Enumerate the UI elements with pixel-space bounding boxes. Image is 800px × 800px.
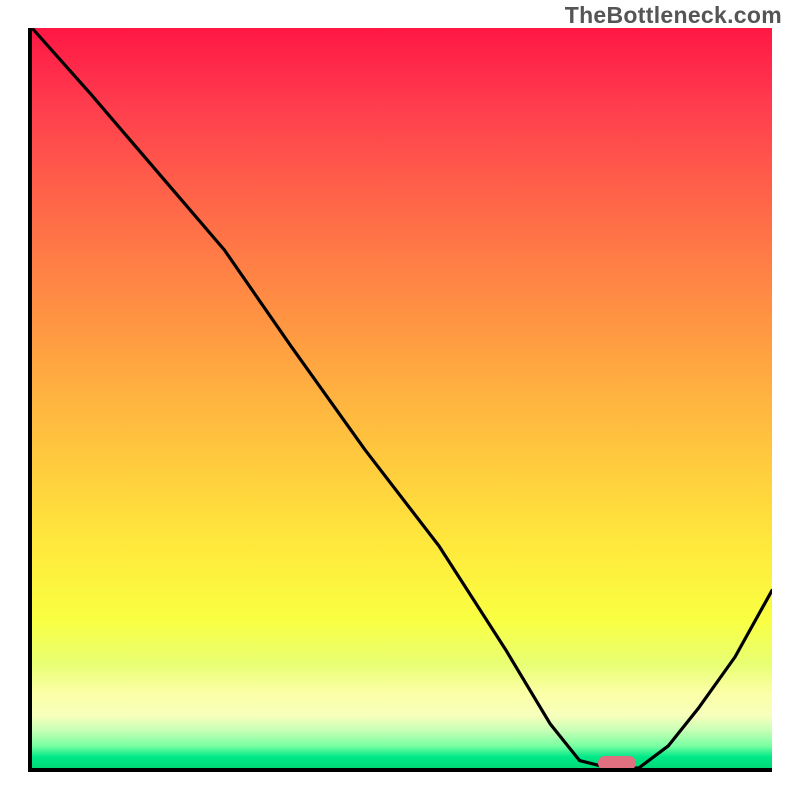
chart-axes-frame (28, 28, 772, 772)
chart-container: TheBottleneck.com (0, 0, 800, 800)
watermark-text: TheBottleneck.com (565, 2, 782, 29)
